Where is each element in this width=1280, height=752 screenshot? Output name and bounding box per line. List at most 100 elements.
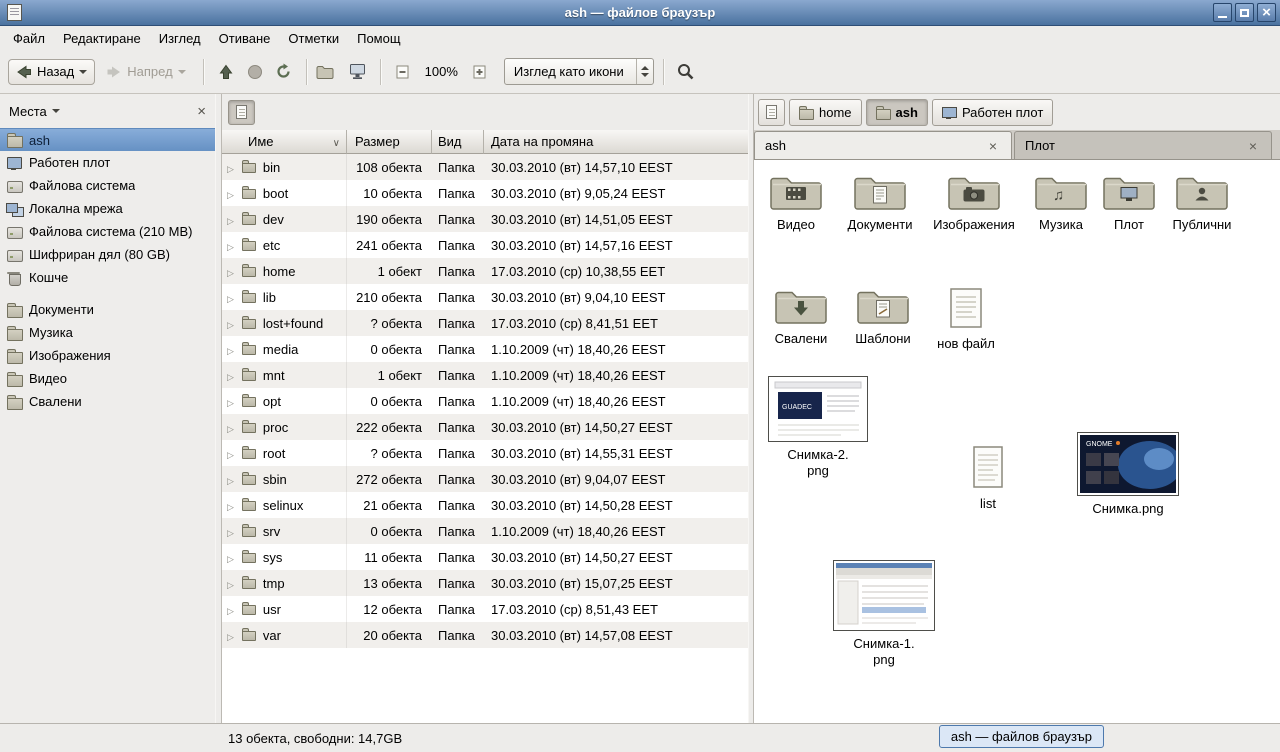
expander-icon[interactable]	[227, 576, 241, 591]
table-row[interactable]: lost+found ? обекта Папка 17.03.2010 (ср…	[222, 310, 748, 336]
table-row[interactable]: etc 241 обекта Папка 30.03.2010 (вт) 14,…	[222, 232, 748, 258]
table-row[interactable]: mnt 1 обект Папка 1.10.2009 (чт) 18,40,2…	[222, 362, 748, 388]
expander-icon[interactable]	[227, 186, 241, 201]
table-row[interactable]: usr 12 обекта Папка 17.03.2010 (ср) 8,51…	[222, 596, 748, 622]
expander-icon[interactable]	[227, 550, 241, 565]
maximize-button[interactable]	[1235, 3, 1254, 22]
sidebar-item[interactable]: Свалени	[0, 390, 215, 413]
icon-item-snimka-image[interactable]: GNOME Снимка.png	[1072, 432, 1184, 517]
icon-item-downloads-folder[interactable]: Свалени	[762, 286, 840, 347]
expander-icon[interactable]	[227, 524, 241, 539]
sidebar-item[interactable]: Работен плот	[0, 151, 215, 174]
table-row[interactable]: media 0 обекта Папка 1.10.2009 (чт) 18,4…	[222, 336, 748, 362]
column-header-date[interactable]: Дата на промяна	[484, 130, 748, 154]
breadcrumb-home[interactable]: home	[789, 99, 862, 126]
expander-icon[interactable]	[227, 212, 241, 227]
expander-icon[interactable]	[227, 446, 241, 461]
up-button[interactable]	[213, 58, 239, 86]
sidebar-selector-icon[interactable]	[52, 109, 60, 117]
back-button[interactable]: Назад	[8, 59, 95, 85]
menu-item[interactable]: Изглед	[150, 28, 210, 49]
search-button[interactable]	[673, 58, 699, 86]
computer-button[interactable]	[345, 58, 371, 86]
sidebar-item[interactable]: Видео	[0, 367, 215, 390]
expander-icon[interactable]	[227, 160, 241, 175]
expander-icon[interactable]	[227, 238, 241, 253]
table-row[interactable]: tmp 13 обекта Папка 30.03.2010 (вт) 15,0…	[222, 570, 748, 596]
sidebar-item[interactable]: Музика	[0, 321, 215, 344]
icon-item-templates-folder[interactable]: Шаблони	[844, 286, 922, 347]
icon-item-music-folder[interactable]: ♫ Музика	[1022, 172, 1100, 233]
sidebar-title[interactable]: Места	[9, 104, 47, 119]
menu-item[interactable]: Файл	[4, 28, 54, 49]
table-row[interactable]: opt 0 обекта Папка 1.10.2009 (чт) 18,40,…	[222, 388, 748, 414]
table-row[interactable]: root ? обекта Папка 30.03.2010 (вт) 14,5…	[222, 440, 748, 466]
menu-item[interactable]: Отметки	[279, 28, 348, 49]
expander-icon[interactable]	[227, 394, 241, 409]
tab-ash[interactable]: ash	[754, 131, 1012, 159]
column-header-type[interactable]: Вид	[432, 130, 484, 154]
column-header-size[interactable]: Размер	[347, 130, 432, 154]
icon-item-new-file[interactable]: нов файл	[926, 288, 1006, 352]
icon-item-pictures-folder[interactable]: Изображения	[932, 172, 1016, 233]
table-row[interactable]: lib 210 обекта Папка 30.03.2010 (вт) 9,0…	[222, 284, 748, 310]
sidebar-item[interactable]: ash	[0, 128, 215, 151]
table-row[interactable]: var 20 обекта Папка 30.03.2010 (вт) 14,5…	[222, 622, 748, 648]
expander-icon[interactable]	[227, 290, 241, 305]
view-mode-spinner-icon[interactable]	[636, 59, 653, 84]
menu-item[interactable]: Редактиране	[54, 28, 150, 49]
sidebar-item[interactable]: Изображения	[0, 344, 215, 367]
pane-resize-handle[interactable]	[215, 94, 222, 723]
minimize-button[interactable]	[1213, 3, 1232, 22]
sidebar-item[interactable]: Файлова система	[0, 174, 215, 197]
icon-item-snimka1-image[interactable]: Снимка-1.png	[830, 560, 938, 668]
table-row[interactable]: proc 222 обекта Папка 30.03.2010 (вт) 14…	[222, 414, 748, 440]
expander-icon[interactable]	[227, 498, 241, 513]
icon-item-list-file[interactable]: list	[958, 446, 1018, 512]
expander-icon[interactable]	[227, 316, 241, 331]
menu-item[interactable]: Отиване	[210, 28, 280, 49]
expander-icon[interactable]	[227, 472, 241, 487]
tab-close-icon[interactable]	[1245, 138, 1261, 154]
table-row[interactable]: srv 0 обекта Папка 1.10.2009 (чт) 18,40,…	[222, 518, 748, 544]
icon-grid[interactable]: Видео Документи Изображения	[754, 160, 1280, 723]
tab-close-icon[interactable]	[985, 138, 1001, 154]
table-row[interactable]: selinux 21 обекта Папка 30.03.2010 (вт) …	[222, 492, 748, 518]
expander-icon[interactable]	[227, 602, 241, 617]
root-breadcrumb-button[interactable]	[228, 100, 255, 125]
sidebar-item[interactable]: Локална мрежа	[0, 197, 215, 220]
table-row[interactable]: sbin 272 обекта Папка 30.03.2010 (вт) 9,…	[222, 466, 748, 492]
zoom-in-button[interactable]	[467, 58, 493, 86]
sidebar-item[interactable]: Файлова система (210 MB)	[0, 220, 215, 243]
breadcrumb-ash[interactable]: ash	[866, 99, 928, 126]
sidebar-item[interactable]: Кошче	[0, 266, 215, 289]
zoom-out-button[interactable]	[390, 58, 416, 86]
table-row[interactable]: bin 108 обекта Папка 30.03.2010 (вт) 14,…	[222, 154, 748, 180]
expander-icon[interactable]	[227, 342, 241, 357]
icon-item-video-folder[interactable]: Видео	[756, 172, 836, 233]
table-row[interactable]: boot 10 обекта Папка 30.03.2010 (вт) 9,0…	[222, 180, 748, 206]
close-button[interactable]	[1257, 3, 1276, 22]
table-row[interactable]: dev 190 обекта Папка 30.03.2010 (вт) 14,…	[222, 206, 748, 232]
tab-plot[interactable]: Плот	[1014, 131, 1272, 159]
sidebar-close-icon[interactable]	[197, 104, 206, 119]
icon-item-snimka2-image[interactable]: GUADEC Снимка-2.png	[764, 376, 872, 479]
sidebar-item[interactable]: Шифриран дял (80 GB)	[0, 243, 215, 266]
column-header-name[interactable]: Име	[222, 130, 347, 154]
view-mode-select[interactable]: Изглед като икони	[504, 58, 654, 85]
forward-button[interactable]: Напред	[98, 59, 193, 85]
expander-icon[interactable]	[227, 368, 241, 383]
icon-item-desktop-folder[interactable]: Плот	[1094, 172, 1164, 233]
icon-item-documents-folder[interactable]: Документи	[838, 172, 922, 233]
expander-icon[interactable]	[227, 420, 241, 435]
table-row[interactable]: sys 11 обекта Папка 30.03.2010 (вт) 14,5…	[222, 544, 748, 570]
expander-icon[interactable]	[227, 628, 241, 643]
home-button[interactable]	[316, 58, 342, 86]
breadcrumb-desktop[interactable]: Работен плот	[932, 99, 1053, 126]
menu-item[interactable]: Помощ	[348, 28, 409, 49]
sidebar-item[interactable]: Документи	[0, 298, 215, 321]
root-breadcrumb-button[interactable]	[758, 99, 785, 126]
icon-item-public-folder[interactable]: Публични	[1162, 172, 1242, 233]
table-row[interactable]: home 1 обект Папка 17.03.2010 (ср) 10,38…	[222, 258, 748, 284]
back-history-icon[interactable]	[79, 70, 87, 78]
